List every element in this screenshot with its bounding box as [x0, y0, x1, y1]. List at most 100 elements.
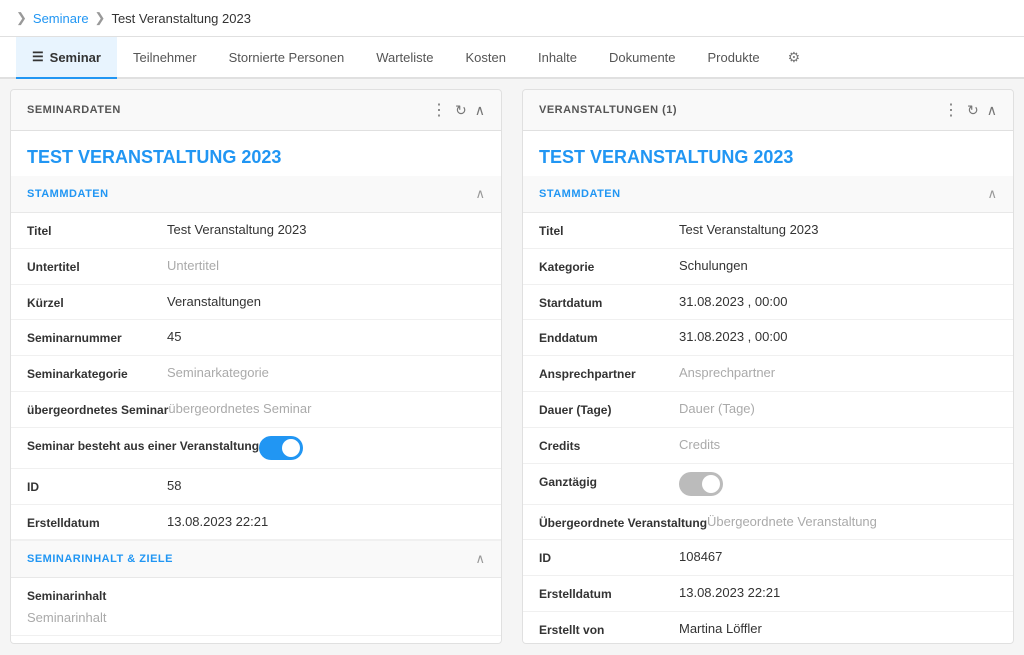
field-value-kuerzel: Veranstaltungen [167, 293, 485, 311]
right-field-value-erstelldatum: 13.08.2023 22:21 [679, 584, 997, 602]
right-field-ganztaegig: Ganztägig ✕ [523, 464, 1013, 505]
right-field-value-id: 108467 [679, 548, 997, 566]
right-field-label-erstelldatum: Erstelldatum [539, 584, 679, 603]
breadcrumb-parent[interactable]: Seminare [33, 11, 89, 26]
field-label-seminarnummer: Seminarnummer [27, 328, 167, 347]
field-titel: Titel Test Veranstaltung 2023 [11, 213, 501, 249]
left-panel-title: SEMINARDATEN [27, 104, 121, 116]
right-field-value-uebergeordnete[interactable]: Übergeordnete Veranstaltung [707, 513, 997, 531]
right-field-value-erstellt-von: Martina Löffler [679, 620, 997, 638]
field-label-titel: Titel [27, 221, 167, 240]
right-panel-actions: ⋮ ↻ ∧ [943, 100, 997, 120]
right-field-value-startdatum: 31.08.2023 , 00:00 [679, 293, 997, 311]
right-panel-header: VERANSTALTUNGEN (1) ⋮ ↻ ∧ [523, 90, 1013, 131]
settings-tab[interactable]: ⚙ [780, 39, 809, 76]
field-seminarnummer: Seminarnummer 45 [11, 320, 501, 356]
field-value-id-left: 58 [167, 477, 485, 495]
right-field-erstelldatum: Erstelldatum 13.08.2023 22:21 [523, 576, 1013, 612]
seminarinhalt-collapse-icon[interactable]: ∧ [475, 551, 485, 567]
right-field-label-startdatum: Startdatum [539, 293, 679, 312]
toggle-besteht[interactable] [259, 436, 303, 460]
collapse-icon[interactable]: ∧ [475, 102, 485, 119]
right-field-value-ansprechpartner[interactable]: Ansprechpartner [679, 364, 997, 382]
field-value-uebergeordnetes[interactable]: übergeordnetes Seminar [168, 400, 485, 418]
right-field-label-ganztaegig: Ganztägig [539, 472, 679, 491]
tab-warteliste[interactable]: Warteliste [360, 38, 449, 79]
main-content: SEMINARDATEN ⋮ ↻ ∧ TEST VERANSTALTUNG 20… [0, 79, 1024, 654]
field-value-seminarkategorie[interactable]: Seminarkategorie [167, 364, 485, 382]
left-stammdaten-group: STAMMDATEN ∧ Titel Test Veranstaltung 20… [11, 176, 501, 541]
dots-icon[interactable]: ⋮ [431, 100, 447, 120]
left-stammdaten-label: STAMMDATEN [27, 188, 109, 200]
right-field-value-titel: Test Veranstaltung 2023 [679, 221, 997, 239]
field-besteht-toggle: Seminar besteht aus einer Veranstaltung [11, 428, 501, 469]
left-seminarinhalt-group: SEMINARINHALT & ZIELE ∧ Seminarinhalt Se… [11, 541, 501, 644]
right-field-label-erstellt-von: Erstellt von [539, 620, 679, 639]
field-value-titel: Test Veranstaltung 2023 [167, 221, 485, 239]
right-stammdaten-label: STAMMDATEN [539, 188, 621, 200]
right-field-value-enddatum: 31.08.2023 , 00:00 [679, 328, 997, 346]
left-panel-header: SEMINARDATEN ⋮ ↻ ∧ [11, 90, 501, 131]
left-panel: SEMINARDATEN ⋮ ↻ ∧ TEST VERANSTALTUNG 20… [10, 89, 502, 644]
left-seminarinhalt-header[interactable]: SEMINARINHALT & ZIELE ∧ [11, 541, 501, 578]
breadcrumb-separator: ❯ [95, 10, 106, 26]
right-field-value-dauer[interactable]: Dauer (Tage) [679, 400, 997, 418]
right-field-label-credits: Credits [539, 436, 679, 455]
tabs-bar: ☰ Seminar Teilnehmer Stornierte Personen… [0, 37, 1024, 79]
field-value-erstelldatum-left: 13.08.2023 22:21 [167, 513, 485, 531]
right-stammdaten-collapse-icon[interactable]: ∧ [987, 186, 997, 202]
right-field-label-kategorie: Kategorie [539, 257, 679, 276]
right-stammdaten-group: STAMMDATEN ∧ Titel Test Veranstaltung 20… [523, 176, 1013, 644]
stammdaten-collapse-icon[interactable]: ∧ [475, 186, 485, 202]
toggle-knob [702, 475, 720, 493]
toggle-ganztaegig[interactable]: ✕ [679, 472, 723, 496]
field-seminarziele: Seminarziele [11, 636, 501, 644]
right-field-value-credits[interactable]: Credits [679, 436, 997, 454]
tab-kosten[interactable]: Kosten [450, 38, 522, 79]
tab-seminar[interactable]: ☰ Seminar [16, 37, 117, 79]
right-panel-title: VERANSTALTUNGEN (1) [539, 104, 677, 116]
field-label-seminarkategorie: Seminarkategorie [27, 364, 167, 383]
right-collapse-icon[interactable]: ∧ [987, 102, 997, 119]
right-field-kategorie: Kategorie Schulungen [523, 249, 1013, 285]
tab-produkte[interactable]: Produkte [692, 38, 776, 79]
field-label-erstelldatum-left: Erstelldatum [27, 513, 167, 532]
left-seminarinhalt-label: SEMINARINHALT & ZIELE [27, 553, 173, 565]
right-field-enddatum: Enddatum 31.08.2023 , 00:00 [523, 320, 1013, 356]
right-field-label-dauer: Dauer (Tage) [539, 400, 679, 419]
field-label-kuerzel: Kürzel [27, 293, 167, 312]
right-refresh-icon[interactable]: ↻ [967, 102, 979, 119]
field-label-seminarinhalt: Seminarinhalt [27, 586, 167, 605]
left-stammdaten-header[interactable]: STAMMDATEN ∧ [11, 176, 501, 213]
tab-stornierte[interactable]: Stornierte Personen [213, 38, 361, 79]
field-erstelldatum-left: Erstelldatum 13.08.2023 22:21 [11, 505, 501, 541]
field-label-id-left: ID [27, 477, 167, 496]
field-label-uebergeordnetes: übergeordnetes Seminar [27, 400, 168, 419]
right-field-label-titel: Titel [539, 221, 679, 240]
breadcrumb: ❯ Seminare ❯ Test Veranstaltung 2023 [0, 0, 1024, 37]
tab-inhalte[interactable]: Inhalte [522, 38, 593, 79]
tab-dokumente[interactable]: Dokumente [593, 38, 691, 79]
field-value-seminarinhalt[interactable]: Seminarinhalt [27, 609, 107, 627]
right-stammdaten-header[interactable]: STAMMDATEN ∧ [523, 176, 1013, 213]
right-field-dauer: Dauer (Tage) Dauer (Tage) [523, 392, 1013, 428]
field-kuerzel: Kürzel Veranstaltungen [11, 285, 501, 321]
left-panel-section-title: TEST VERANSTALTUNG 2023 [11, 131, 501, 176]
field-label-besteht: Seminar besteht aus einer Veranstaltung [27, 436, 259, 455]
field-value-untertitel[interactable]: Untertitel [167, 257, 485, 275]
field-seminarkategorie: Seminarkategorie Seminarkategorie [11, 356, 501, 392]
field-value-seminarnummer: 45 [167, 328, 485, 346]
left-panel-actions: ⋮ ↻ ∧ [431, 100, 485, 120]
right-field-erstellt-von: Erstellt von Martina Löffler [523, 612, 1013, 644]
right-field-startdatum: Startdatum 31.08.2023 , 00:00 [523, 285, 1013, 321]
field-id-left: ID 58 [11, 469, 501, 505]
right-field-label-uebergeordnete: Übergeordnete Veranstaltung [539, 513, 707, 532]
table-icon: ☰ [32, 49, 44, 65]
right-field-uebergeordnete: Übergeordnete Veranstaltung Übergeordnet… [523, 505, 1013, 541]
breadcrumb-current: Test Veranstaltung 2023 [111, 11, 251, 26]
right-field-label-enddatum: Enddatum [539, 328, 679, 347]
tab-teilnehmer[interactable]: Teilnehmer [117, 38, 213, 79]
right-panel: VERANSTALTUNGEN (1) ⋮ ↻ ∧ TEST VERANSTAL… [522, 89, 1014, 644]
refresh-icon[interactable]: ↻ [455, 102, 467, 119]
right-dots-icon[interactable]: ⋮ [943, 100, 959, 120]
